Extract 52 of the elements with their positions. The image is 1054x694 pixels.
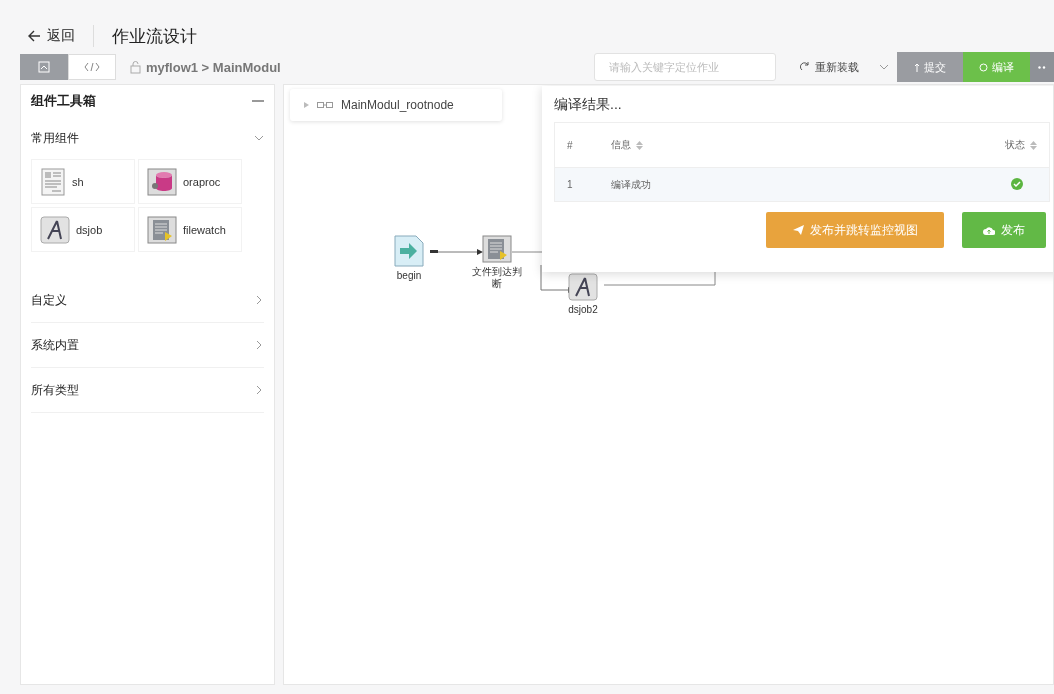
cloud-upload-icon bbox=[983, 225, 995, 235]
node-icon bbox=[482, 235, 512, 263]
send-icon bbox=[792, 225, 804, 235]
code-icon bbox=[84, 62, 100, 72]
node-icon bbox=[394, 235, 424, 267]
section-header[interactable]: 所有类型 bbox=[31, 368, 264, 413]
section-header[interactable]: 常用组件 bbox=[31, 117, 264, 159]
connector-arrow bbox=[429, 249, 483, 255]
sort-icon[interactable] bbox=[1030, 140, 1037, 150]
filewatch-icon bbox=[147, 215, 177, 244]
back-arrow-icon bbox=[28, 30, 41, 42]
breadcrumb: myflow1 > MainModul bbox=[146, 59, 281, 75]
view-toggle[interactable] bbox=[20, 54, 68, 80]
node-label: 文件到达判断 bbox=[471, 266, 523, 289]
canvas-icon bbox=[38, 61, 50, 73]
root-node-label: MainModul_rootnode bbox=[341, 98, 454, 112]
section-header[interactable]: 系统内置 bbox=[31, 323, 264, 368]
component-item[interactable]: oraproc bbox=[138, 159, 242, 204]
table-cell: 1 bbox=[554, 167, 599, 202]
upload-icon bbox=[914, 62, 920, 72]
component-item[interactable]: filewatch bbox=[138, 207, 242, 252]
refresh-icon bbox=[800, 62, 810, 72]
popup-title: 编译结果... bbox=[554, 96, 623, 114]
link-icon bbox=[317, 102, 333, 108]
reload-button[interactable]: 重新装载 bbox=[794, 58, 865, 76]
sort-icon[interactable] bbox=[636, 140, 643, 150]
section-header[interactable]: 自定义 bbox=[31, 278, 264, 323]
node-label: dsjob2 bbox=[567, 304, 599, 316]
dsjob-icon bbox=[40, 215, 70, 244]
caret-icon bbox=[304, 102, 309, 108]
component-item[interactable]: sh bbox=[31, 159, 135, 204]
column-header: 信息 bbox=[611, 138, 631, 152]
oraproc-icon bbox=[147, 167, 177, 196]
connector-line bbox=[511, 251, 545, 253]
more-icon bbox=[1038, 65, 1046, 69]
more-button[interactable] bbox=[1030, 52, 1054, 82]
column-header: # bbox=[567, 139, 573, 151]
circle-icon bbox=[979, 62, 988, 72]
node-icon bbox=[568, 273, 598, 301]
table-cell: 编译成功 bbox=[599, 167, 965, 202]
node-label: begin bbox=[395, 270, 423, 282]
component-item[interactable]: dsjob bbox=[31, 207, 135, 252]
back-button[interactable]: 返回 bbox=[20, 27, 79, 45]
dropdown-button[interactable] bbox=[879, 64, 889, 70]
column-header: 状态 bbox=[1005, 138, 1025, 152]
search-field[interactable]: 请输入关键字定位作业 bbox=[594, 53, 776, 81]
root-node-tab[interactable]: MainModul_rootnode bbox=[290, 89, 502, 121]
page-title: 作业流设计 bbox=[112, 25, 197, 48]
sh-icon bbox=[40, 167, 66, 196]
chevron-down-icon bbox=[879, 64, 889, 70]
panel-title: 组件工具箱 bbox=[31, 92, 96, 110]
lock-icon bbox=[130, 60, 141, 74]
